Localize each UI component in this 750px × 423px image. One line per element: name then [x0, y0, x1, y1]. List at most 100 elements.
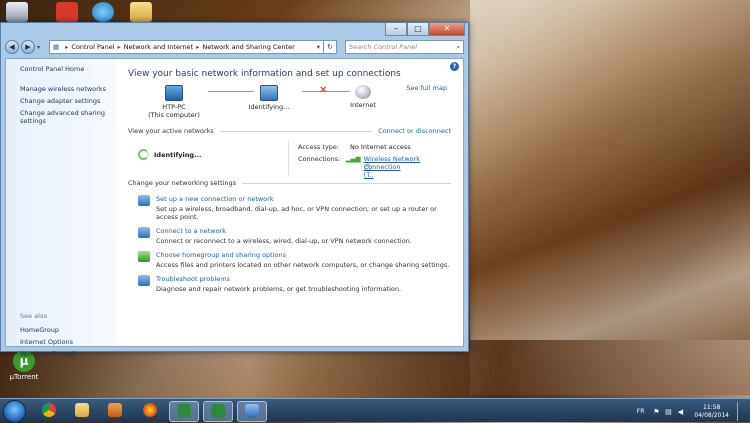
page-title: View your basic network information and … — [128, 69, 401, 79]
sidebar-item-manage-wireless[interactable]: Manage wireless networks — [20, 85, 116, 93]
loading-spinner-icon — [138, 149, 149, 160]
clock[interactable]: 11:58 04/08/2014 — [694, 404, 729, 420]
task-description: Connect or reconnect to a wireless, wire… — [156, 237, 412, 245]
new-connection-icon — [138, 195, 150, 206]
control-panel-icon: ▦ — [53, 43, 60, 51]
hand-pointer-icon: ☝ — [364, 160, 371, 173]
folder-icon — [75, 403, 89, 417]
show-desktop-button[interactable] — [737, 402, 746, 421]
task-new-connection: Set up a new connection or network Set u… — [128, 195, 451, 221]
action-center-flag-icon[interactable]: ⚑ — [652, 408, 660, 416]
breadcrumb-network-internet[interactable]: Network and Internet — [124, 43, 193, 51]
app-icon[interactable] — [56, 2, 78, 22]
minimize-button[interactable]: – — [385, 23, 407, 36]
breadcrumb-sharing-center[interactable]: Network and Sharing Center — [202, 43, 294, 51]
sidebar-item-adapter-settings[interactable]: Change adapter settings — [20, 97, 116, 105]
map-node-computer[interactable]: HTP-PC (This computer) — [144, 85, 204, 119]
search-icon[interactable]: ⌕ — [456, 43, 463, 52]
start-button[interactable] — [3, 400, 26, 423]
task-list: Set up a new connection or network Set u… — [128, 195, 451, 293]
identifying-label: Identifying... — [154, 150, 202, 159]
map-node-internet[interactable]: Internet — [333, 85, 393, 109]
search-input[interactable]: Search Control Panel ⌕ — [345, 40, 464, 54]
connect-disconnect-link[interactable]: Connect or disconnect — [378, 127, 451, 135]
utorrent-label: µTorrent — [9, 373, 39, 381]
see-also-homegroup[interactable]: HomeGroup — [20, 326, 76, 334]
taskbar-chrome[interactable] — [35, 401, 63, 420]
see-full-map-link[interactable]: See full map — [406, 84, 447, 92]
taskbar-media-player[interactable] — [101, 401, 129, 420]
task-title-link[interactable]: Connect to a network — [156, 227, 412, 235]
node-label: HTP-PC — [162, 103, 186, 111]
camtasia-icon — [177, 404, 191, 418]
task-description: Diagnose and repair network problems, or… — [156, 285, 402, 293]
wireless-connection-link-cont[interactable]: (T.. — [364, 171, 451, 179]
address-dropdown-icon[interactable]: ▾ — [314, 43, 323, 51]
browser-icon[interactable] — [92, 2, 114, 22]
taskbar-camtasia-2[interactable] — [203, 401, 233, 422]
access-type-value: No Internet access — [350, 143, 411, 151]
active-networks-header: View your active networks Connect or dis… — [128, 127, 451, 135]
window-controls: – □ ✕ — [385, 23, 465, 36]
address-bar[interactable]: ▦ ▸ Control Panel ▸ Network and Internet… — [49, 40, 324, 54]
breadcrumb-sep-icon: ▸ — [65, 43, 69, 51]
sidebar: Control Panel Home Manage wireless netwo… — [6, 59, 116, 358]
firefox-icon — [143, 403, 157, 417]
recycle-bin-icon[interactable] — [6, 2, 28, 22]
network-icon — [260, 85, 278, 101]
task-homegroup: Choose homegroup and sharing options Acc… — [128, 251, 451, 269]
wireless-connection-link[interactable]: Wireless Network Connection — [364, 155, 451, 171]
settings-title: Change your networking settings — [128, 179, 237, 187]
system-tray: FR ⚑ ▤ ◀ 11:58 04/08/2014 — [637, 402, 746, 421]
language-indicator[interactable]: FR — [637, 408, 645, 415]
network-properties: Access type: No Internet access Connecti… — [298, 143, 451, 183]
maximize-button[interactable]: □ — [407, 23, 429, 36]
taskbar: FR ⚑ ▤ ◀ 11:58 04/08/2014 — [0, 398, 750, 423]
network-icon[interactable]: ▤ — [664, 408, 672, 416]
volume-icon[interactable]: ◀ — [676, 408, 684, 416]
see-also-internet-options[interactable]: Internet Options — [20, 338, 76, 346]
back-button[interactable]: ◀ — [5, 40, 19, 54]
task-title-link[interactable]: Choose homegroup and sharing options — [156, 251, 449, 259]
wallpaper-highlight — [470, 0, 750, 395]
folder-icon[interactable] — [130, 2, 152, 22]
troubleshoot-icon — [138, 275, 150, 286]
task-description: Access files and printers located on oth… — [156, 261, 450, 269]
task-troubleshoot: Troubleshoot problems Diagnose and repai… — [128, 275, 451, 293]
internet-globe-icon — [355, 85, 371, 99]
task-title-link[interactable]: Set up a new connection or network — [156, 195, 451, 203]
camtasia-icon — [211, 404, 225, 418]
no-connection-x-icon: ✕ — [319, 85, 328, 96]
recent-pages-dropdown[interactable]: ▾ — [37, 44, 45, 51]
help-icon[interactable]: ? — [450, 62, 459, 71]
see-also-section: See also HomeGroup Internet Options Wind… — [20, 312, 76, 362]
see-also-windows-firewall[interactable]: Windows Firewall — [20, 350, 76, 358]
close-button[interactable]: ✕ — [429, 23, 465, 36]
refresh-icon[interactable]: ↻ — [324, 40, 337, 54]
map-node-network[interactable]: Identifying... — [239, 85, 299, 111]
breadcrumb-control-panel[interactable]: Control Panel — [71, 43, 114, 51]
media-player-icon — [108, 403, 122, 417]
forward-button[interactable]: ▶ — [21, 40, 35, 54]
control-panel-icon — [245, 404, 259, 418]
taskbar-camtasia-1[interactable] — [169, 401, 199, 422]
taskbar-firefox[interactable] — [136, 401, 164, 420]
taskbar-control-panel[interactable] — [237, 401, 267, 422]
sidebar-control-panel-home[interactable]: Control Panel Home — [20, 65, 116, 73]
node-label: Internet — [350, 101, 376, 109]
sidebar-item-advanced-sharing[interactable]: Change advanced sharing settings — [20, 109, 116, 125]
task-description: Set up a wireless, broadband, dial-up, a… — [156, 205, 437, 221]
search-placeholder: Search Control Panel — [349, 43, 418, 51]
task-title-link[interactable]: Troubleshoot problems — [156, 275, 401, 283]
divider — [288, 141, 289, 175]
active-network-panel: Identifying... Access type: No Internet … — [128, 135, 451, 179]
see-also-label: See also — [20, 312, 48, 320]
clock-date: 04/08/2014 — [694, 411, 729, 419]
title-bar[interactable]: – □ ✕ — [1, 23, 468, 37]
address-toolbar: ◀ ▶ ▾ ▦ ▸ Control Panel ▸ Network and In… — [5, 40, 464, 54]
node-label: Identifying... — [248, 103, 290, 111]
client-area: Control Panel Home Manage wireless netwo… — [5, 58, 464, 358]
access-type-label: Access type: — [298, 143, 340, 151]
computer-icon — [165, 85, 183, 101]
taskbar-explorer[interactable] — [68, 401, 96, 420]
